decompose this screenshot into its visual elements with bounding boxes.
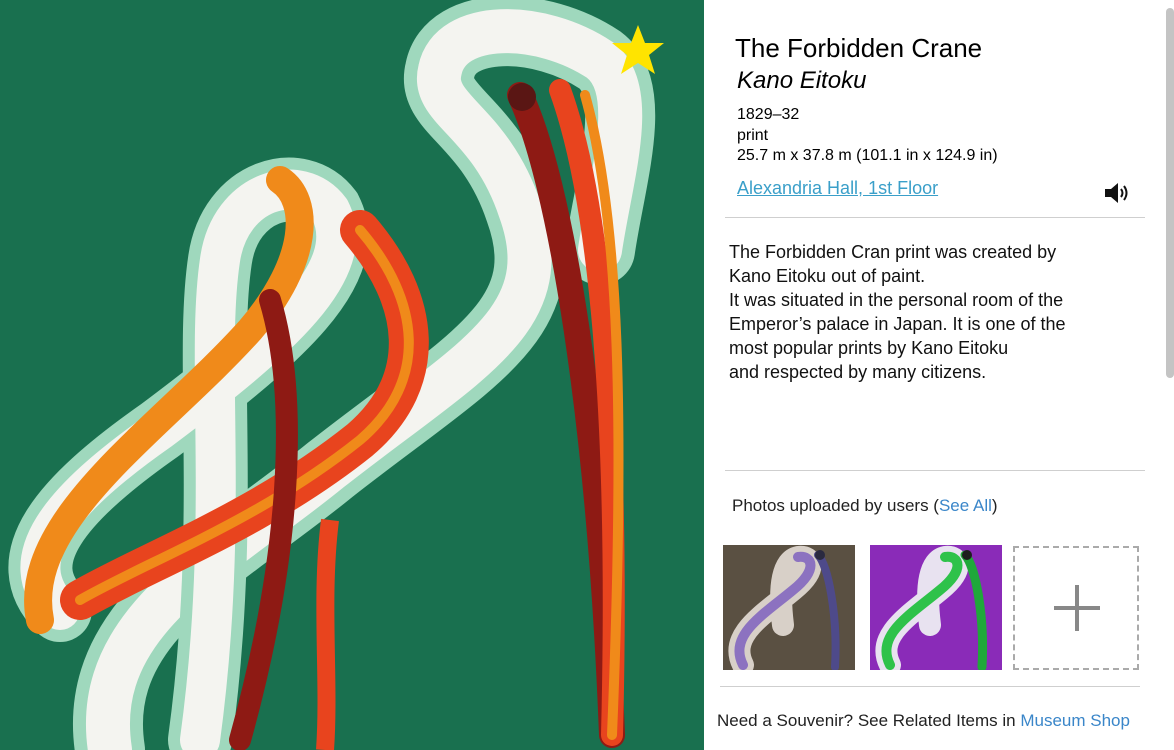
scrollbar[interactable]	[1166, 8, 1174, 378]
add-photo-button[interactable]	[1013, 546, 1139, 670]
artwork-date: 1829–32	[737, 106, 800, 123]
crane-artwork	[0, 0, 704, 750]
artwork-image	[0, 0, 704, 750]
artwork-dimensions: 25.7 m x 37.8 m (101.1 in x 124.9 in)	[737, 147, 998, 164]
artwork-medium: print	[737, 127, 769, 144]
divider	[725, 470, 1145, 471]
favorite-star-icon[interactable]	[610, 22, 666, 78]
details-panel: The Forbidden Crane Kano Eitoku 1829–32 …	[704, 0, 1174, 750]
artist-name: Kano Eitoku	[737, 67, 867, 94]
souvenir-text: Need a Souvenir? See Related Items in Mu…	[717, 711, 1130, 730]
divider	[720, 686, 1140, 687]
see-all-link[interactable]: See All	[939, 496, 992, 515]
location-link[interactable]: Alexandria Hall, 1st Floor	[737, 178, 938, 199]
artwork-title: The Forbidden Crane	[735, 33, 983, 63]
user-photo-thumbnail[interactable]	[870, 545, 1002, 670]
museum-shop-link[interactable]: Museum Shop	[1020, 711, 1130, 730]
user-photo-thumbnail[interactable]	[723, 545, 855, 670]
divider	[725, 217, 1145, 218]
description-text: The Forbidden Cran print was created by …	[729, 242, 1066, 382]
photos-section-label: Photos uploaded by users (See All)	[732, 496, 998, 515]
speaker-icon[interactable]	[1102, 180, 1132, 206]
